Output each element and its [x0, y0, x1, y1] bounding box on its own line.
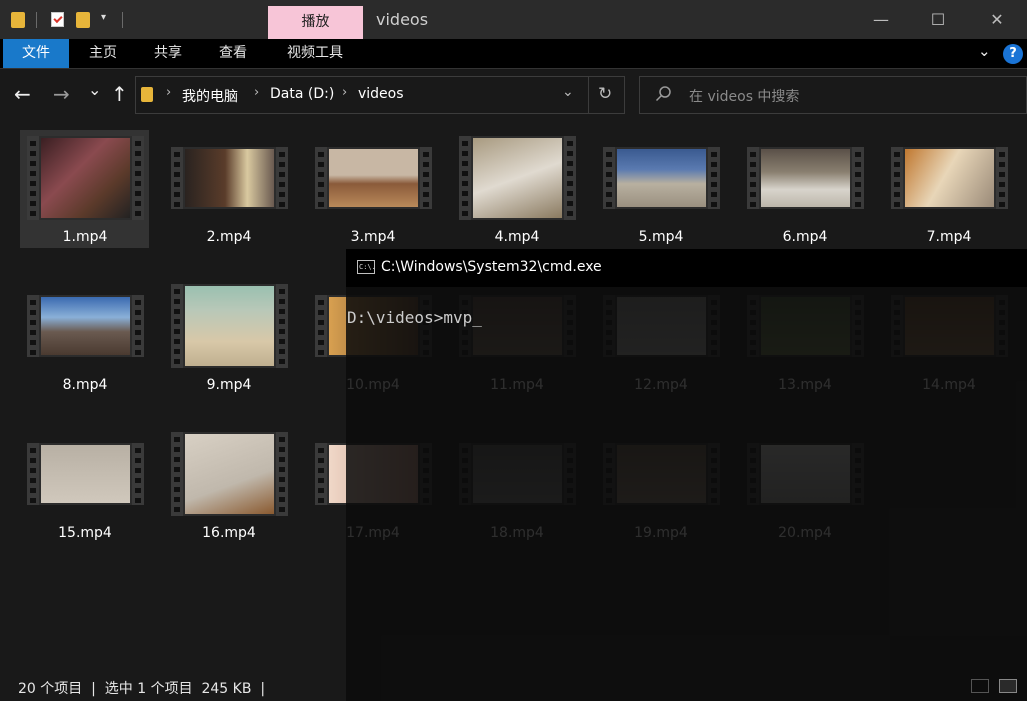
film-strip-left	[459, 136, 471, 220]
file-name-label[interactable]: 1.mp4	[13, 229, 157, 245]
film-strip-right	[276, 432, 288, 516]
customize-toolbar-icon[interactable]: ▾	[101, 12, 106, 23]
file-name-label[interactable]: 2.mp4	[157, 229, 301, 245]
file-name-label[interactable]: 8.mp4	[13, 377, 157, 393]
breadcrumb-videos[interactable]: videos	[358, 86, 404, 102]
breadcrumb-data-drive[interactable]: Data (D:)	[270, 86, 334, 102]
film-strip-left	[315, 443, 327, 505]
search-input[interactable]: 在 videos 中搜索	[689, 86, 799, 106]
address-history-dropdown-icon[interactable]: ⌄	[562, 84, 574, 100]
video-frame-image	[473, 138, 562, 218]
video-thumbnail[interactable]	[315, 147, 432, 209]
address-divider	[588, 77, 589, 113]
tab-home[interactable]: 主页	[80, 39, 126, 68]
expand-ribbon-icon[interactable]: ⌄	[978, 42, 991, 60]
status-text: 20 个项目 | 选中 1 个项目 245 KB |	[18, 681, 266, 697]
chevron-right-icon[interactable]: ›	[342, 85, 347, 100]
chevron-right-icon[interactable]: ›	[166, 85, 171, 100]
breadcrumb-this-pc[interactable]: 我的电脑	[182, 86, 238, 106]
maximize-button[interactable]: ☐	[908, 0, 968, 39]
video-frame-image	[617, 149, 706, 207]
file-name-label[interactable]: 6.mp4	[733, 229, 877, 245]
video-frame-image	[185, 434, 274, 514]
help-icon[interactable]: ?	[1003, 44, 1023, 64]
ribbon-tabs: 文件 主页 共享 查看 视频工具	[0, 39, 1027, 69]
chevron-right-icon[interactable]: ›	[254, 85, 259, 100]
cmd-icon: C:\.	[357, 260, 376, 274]
large-icons-view-icon[interactable]	[999, 679, 1017, 693]
film-strip-right	[564, 136, 576, 220]
cmd-window-title: C:\Windows\System32\cmd.exe	[381, 259, 602, 275]
film-strip-left	[27, 443, 39, 505]
video-thumbnail[interactable]	[171, 147, 288, 209]
film-strip-left	[171, 284, 183, 368]
film-strip-left	[891, 147, 903, 209]
video-frame-image	[41, 138, 130, 218]
details-view-icon[interactable]	[971, 679, 989, 693]
film-strip-left	[603, 147, 615, 209]
tab-file[interactable]: 文件	[3, 39, 69, 68]
film-strip-left	[27, 136, 39, 220]
file-name-label[interactable]: 4.mp4	[445, 229, 589, 245]
file-name-label[interactable]: 5.mp4	[589, 229, 733, 245]
back-button[interactable]: ←	[14, 82, 31, 106]
file-name-label[interactable]: 15.mp4	[13, 525, 157, 541]
video-thumbnail[interactable]	[603, 147, 720, 209]
film-strip-right	[132, 443, 144, 505]
video-thumbnail[interactable]	[27, 136, 144, 220]
video-thumbnail[interactable]	[27, 443, 144, 505]
close-button[interactable]: ✕	[967, 0, 1027, 39]
new-folder-icon[interactable]	[76, 12, 90, 28]
refresh-icon[interactable]: ↻	[598, 84, 612, 104]
folder-icon	[141, 87, 153, 102]
quick-access-divider	[122, 12, 123, 28]
window-title: videos	[376, 10, 429, 29]
film-strip-right	[420, 147, 432, 209]
up-button[interactable]: ↑	[111, 82, 128, 106]
tab-play-context[interactable]: 播放	[268, 6, 363, 39]
tab-video-tools[interactable]: 视频工具	[276, 39, 354, 68]
film-strip-right	[132, 136, 144, 220]
video-frame-image	[761, 149, 850, 207]
video-thumbnail[interactable]	[891, 147, 1008, 209]
film-strip-left	[747, 147, 759, 209]
video-thumbnail[interactable]	[459, 136, 576, 220]
video-thumbnail[interactable]	[171, 284, 288, 368]
video-thumbnail[interactable]	[171, 432, 288, 516]
quick-access-divider	[36, 12, 37, 28]
video-frame-image	[41, 297, 130, 355]
film-strip-left	[27, 295, 39, 357]
film-strip-left	[171, 432, 183, 516]
tab-view[interactable]: 查看	[210, 39, 256, 68]
video-frame-image	[329, 149, 418, 207]
file-name-label[interactable]: 9.mp4	[157, 377, 301, 393]
forward-button[interactable]: →	[53, 82, 70, 106]
file-name-label[interactable]: 7.mp4	[877, 229, 1021, 245]
video-frame-image	[185, 286, 274, 366]
video-frame-image	[905, 149, 994, 207]
film-strip-right	[708, 147, 720, 209]
film-strip-right	[996, 147, 1008, 209]
search-icon	[655, 86, 671, 102]
film-strip-right	[132, 295, 144, 357]
minimize-button[interactable]: —	[851, 0, 911, 39]
properties-icon[interactable]	[51, 12, 64, 27]
file-name-label[interactable]: 3.mp4	[301, 229, 445, 245]
film-strip-left	[315, 147, 327, 209]
file-name-label[interactable]: 16.mp4	[157, 525, 301, 541]
film-strip-left	[315, 295, 327, 357]
film-strip-right	[852, 147, 864, 209]
video-frame-image	[185, 149, 274, 207]
video-thumbnail[interactable]	[747, 147, 864, 209]
film-strip-right	[276, 284, 288, 368]
tab-share[interactable]: 共享	[145, 39, 191, 68]
cmd-prompt-line[interactable]: D:\videos>mvp_	[347, 308, 482, 327]
video-thumbnail[interactable]	[27, 295, 144, 357]
folder-icon	[11, 12, 25, 28]
recent-locations-button[interactable]: ⌄	[88, 80, 101, 99]
film-strip-left	[171, 147, 183, 209]
video-frame-image	[41, 445, 130, 503]
film-strip-right	[276, 147, 288, 209]
